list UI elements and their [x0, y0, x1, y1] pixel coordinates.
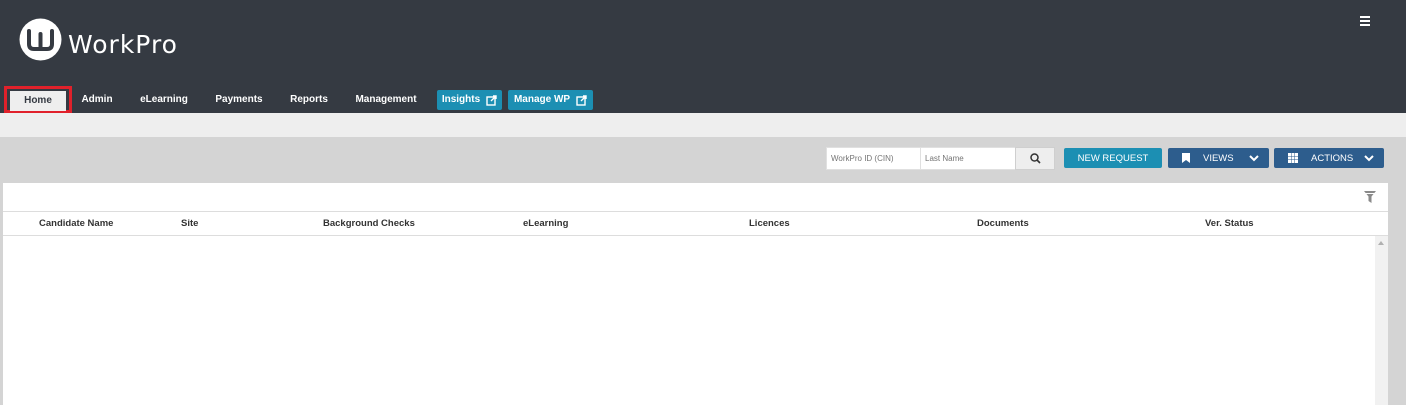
grid-icon — [1288, 153, 1298, 163]
nav-item-admin[interactable]: Admin — [80, 90, 114, 110]
nav-item-management[interactable]: Management — [355, 90, 417, 110]
table-scrollbar[interactable] — [1375, 236, 1388, 405]
nav-item-insights[interactable]: Insights — [437, 90, 502, 110]
column-header-ver-status[interactable]: Ver. Status — [1205, 212, 1254, 235]
table-header: Candidate Name Site Background Checks eL… — [3, 211, 1388, 236]
cin-search-input[interactable] — [826, 147, 921, 170]
hamburger-menu-icon[interactable] — [1360, 16, 1370, 26]
views-button[interactable]: VIEWS — [1168, 148, 1269, 168]
nav-item-manage-wp-label: Manage WP — [513, 94, 571, 105]
column-header-candidate-name[interactable]: Candidate Name — [39, 212, 113, 235]
nav-item-elearning[interactable]: eLearning — [140, 90, 188, 110]
new-request-button[interactable]: NEW REQUEST — [1064, 148, 1162, 168]
nav-item-manage-wp[interactable]: Manage WP — [508, 90, 593, 110]
column-header-licences[interactable]: Licences — [749, 212, 790, 235]
column-header-background-checks[interactable]: Background Checks — [323, 212, 415, 235]
column-header-documents[interactable]: Documents — [977, 212, 1029, 235]
scroll-up-arrow-icon[interactable] — [1378, 241, 1384, 245]
subheader-bar — [0, 113, 1406, 137]
column-header-site[interactable]: Site — [181, 212, 198, 235]
nav-item-insights-label: Insights — [441, 94, 481, 105]
nav-item-payments[interactable]: Payments — [214, 90, 264, 110]
workpro-logo-icon — [19, 18, 62, 61]
nav-home-highlight: Home — [4, 86, 72, 113]
bookmark-icon — [1182, 153, 1190, 163]
app-header: WorkPro Home Admin eLearning Payments Re… — [0, 0, 1406, 113]
main-nav: Home Admin eLearning Payments Reports Ma… — [0, 86, 1406, 113]
search-icon — [1029, 153, 1041, 164]
nav-item-home[interactable]: Home — [10, 91, 66, 111]
brand-name: WorkPro — [68, 30, 178, 59]
chevron-down-icon — [1249, 154, 1259, 161]
views-label: VIEWS — [1203, 152, 1234, 164]
filter-icon[interactable] — [1364, 191, 1376, 203]
external-link-icon — [486, 94, 497, 106]
workpro-logo[interactable]: WorkPro — [18, 17, 178, 62]
lastname-search-input[interactable] — [920, 147, 1016, 170]
chevron-down-icon — [1364, 154, 1374, 161]
column-header-elearning[interactable]: eLearning — [523, 212, 568, 235]
actions-button[interactable]: ACTIONS — [1274, 148, 1384, 168]
external-link-icon — [576, 94, 587, 106]
search-button[interactable] — [1015, 147, 1055, 170]
actions-label: ACTIONS — [1311, 152, 1354, 164]
nav-item-reports[interactable]: Reports — [289, 90, 329, 110]
candidates-table-panel: Candidate Name Site Background Checks eL… — [3, 183, 1388, 405]
